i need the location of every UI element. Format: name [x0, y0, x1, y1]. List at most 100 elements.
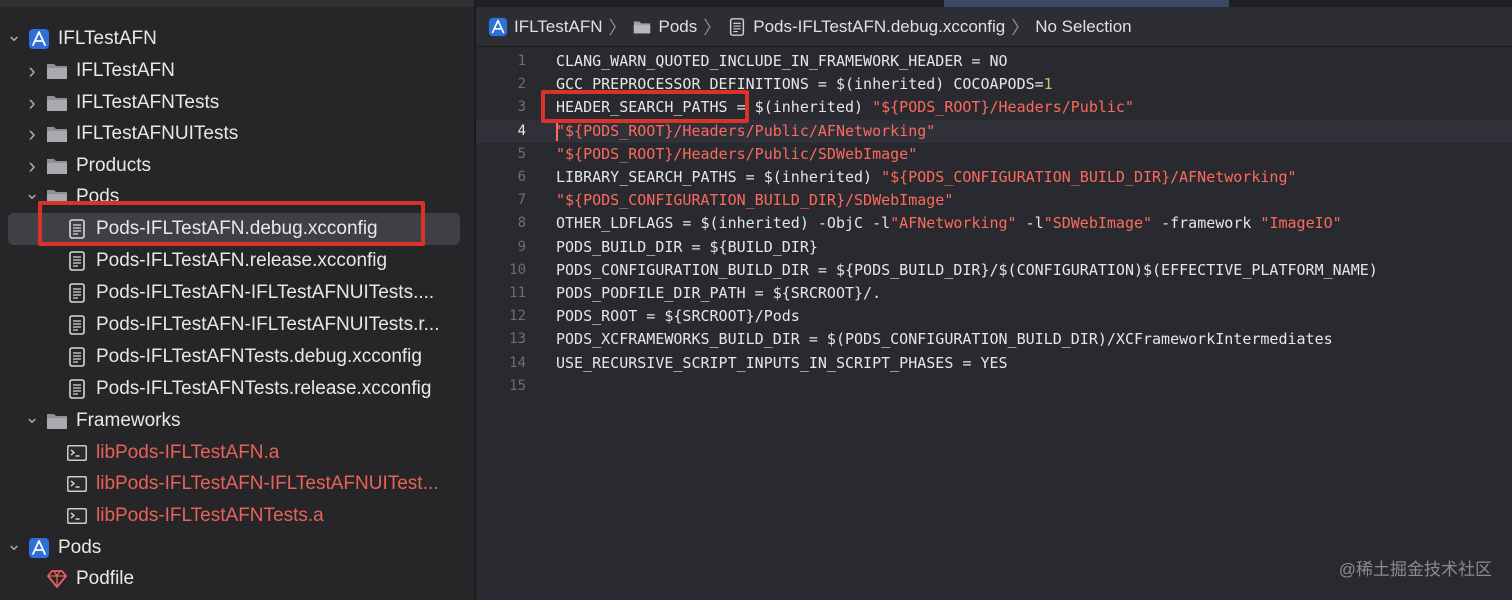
- code-line[interactable]: 10 PODS_CONFIGURATION_BUILD_DIR = ${PODS_…: [476, 259, 1512, 282]
- code-line[interactable]: 13 PODS_XCFRAMEWORKS_BUILD_DIR = $(PODS_C…: [476, 328, 1512, 351]
- breadcrumb-project[interactable]: IFLTestAFN: [488, 17, 602, 37]
- navigator-item-label: Pods: [58, 537, 102, 558]
- navigator-item-label: Pods-IFLTestAFN.debug.xcconfig: [96, 218, 378, 239]
- code-text: PODS_PODFILE_DIR_PATH = ${SRCROOT}/.: [556, 284, 882, 302]
- navigator-item-label: Pods-IFLTestAFN-IFLTestAFNUITests.r...: [96, 314, 440, 335]
- breadcrumb-group[interactable]: Pods: [632, 17, 697, 37]
- code-text: HEADER_SEARCH_PATHS = $(inherited) "${PO…: [556, 98, 1134, 117]
- navigator-file-row[interactable]: libPods-IFLTestAFN.a: [0, 437, 474, 469]
- navigator-group-row[interactable]: › Products: [0, 150, 474, 182]
- chevron-right-icon: 〉: [1011, 17, 1030, 38]
- line-number: 2: [517, 76, 526, 93]
- navigator-item-label: libPods-IFLTestAFN.a: [96, 442, 280, 463]
- navigator-item-label: IFLTestAFNUITests: [76, 123, 239, 144]
- code-text: PODS_XCFRAMEWORKS_BUILD_DIR = $(PODS_CON…: [556, 330, 1333, 349]
- breadcrumb-selection[interactable]: No Selection: [1035, 17, 1131, 37]
- code-line[interactable]: 15: [476, 375, 1512, 398]
- code-line[interactable]: 7 "${PODS_CONFIGURATION_BUILD_DIR}/SDWebI…: [476, 189, 1512, 212]
- jump-bar: IFLTestAFN 〉 Pods 〉 Pods-IFLTestAFN.debu…: [476, 7, 1512, 47]
- chevron-right-icon: 〉: [703, 17, 722, 38]
- source-editor: IFLTestAFN 〉 Pods 〉 Pods-IFLTestAFN.debu…: [476, 0, 1512, 600]
- code-text: PODS_BUILD_DIR = ${BUILD_DIR}: [556, 237, 818, 256]
- navigator-file-row[interactable]: Podfile: [0, 563, 474, 595]
- line-number: 11: [509, 285, 526, 301]
- chevron-right-icon[interactable]: ›: [24, 121, 40, 147]
- navigator-group-row[interactable]: › IFLTestAFNUITests: [0, 118, 474, 150]
- folder-icon: [46, 60, 68, 82]
- navigator-file-row[interactable]: Pods-IFLTestAFN.release.xcconfig: [0, 245, 474, 277]
- line-number: 10: [509, 261, 526, 278]
- code-text: PODS_CONFIGURATION_BUILD_DIR = ${PODS_BU…: [556, 260, 1378, 279]
- navigator-item-label: Pods-IFLTestAFNTests.release.xcconfig: [96, 378, 432, 399]
- chevron-right-icon[interactable]: ›: [24, 58, 40, 84]
- folder-icon: [46, 123, 68, 145]
- navigator-file-row[interactable]: Pods-IFLTestAFN.debug.xcconfig: [0, 213, 474, 245]
- document-icon: [66, 282, 88, 304]
- navigator-group-row[interactable]: ⌄ Pods: [0, 181, 474, 213]
- code-line[interactable]: 12 PODS_ROOT = ${SRCROOT}/Pods: [476, 305, 1512, 328]
- breadcrumb-group-label: Pods: [658, 16, 698, 36]
- code-line[interactable]: 1 CLANG_WARN_QUOTED_INCLUDE_IN_FRAMEWORK_…: [476, 50, 1512, 73]
- chevron-down-icon[interactable]: ⌄: [24, 183, 40, 204]
- code-text: OTHER_LDFLAGS = $(inherited) -ObjC -l"AF…: [556, 214, 1342, 233]
- project-icon: [28, 537, 50, 559]
- navigator-group-row[interactable]: › IFLTestAFN: [0, 55, 474, 87]
- code-line[interactable]: 14 USE_RECURSIVE_SCRIPT_INPUTS_IN_SCRIPT_…: [476, 352, 1512, 375]
- navigator-file-row[interactable]: Pods-IFLTestAFNTests.release.xcconfig: [0, 373, 474, 405]
- text-cursor: [556, 121, 558, 141]
- document-icon: [66, 314, 88, 336]
- navigator-file-row[interactable]: libPods-IFLTestAFN-IFLTestAFNUITest...: [0, 468, 474, 500]
- navigator-top-edge: [0, 0, 474, 7]
- chevron-right-icon[interactable]: ›: [24, 153, 40, 179]
- code-text: PODS_ROOT = ${SRCROOT}/Pods: [556, 307, 800, 326]
- navigator-file-row[interactable]: Pods-IFLTestAFNTests.debug.xcconfig: [0, 341, 474, 373]
- line-number: 15: [509, 377, 526, 394]
- folder-icon: [46, 410, 68, 432]
- code-line[interactable]: 8 OTHER_LDFLAGS = $(inherited) -ObjC -l"A…: [476, 212, 1512, 235]
- breadcrumb-file[interactable]: Pods-IFLTestAFN.debug.xcconfig: [727, 17, 1005, 37]
- code-line[interactable]: 4 "${PODS_ROOT}/Headers/Public/AFNetworki…: [476, 119, 1512, 143]
- document-icon: [727, 17, 747, 37]
- code-line[interactable]: 6 LIBRARY_SEARCH_PATHS = $(inherited) "${…: [476, 166, 1512, 189]
- chevron-down-icon[interactable]: ⌄: [6, 25, 22, 46]
- chevron-down-icon[interactable]: ⌄: [6, 534, 22, 555]
- breadcrumb-file-label: Pods-IFLTestAFN.debug.xcconfig: [753, 16, 1006, 36]
- navigator-group-row[interactable]: ⌄ Frameworks: [0, 405, 474, 437]
- navigator-item-label: Podfile: [76, 568, 135, 589]
- code-text: USE_RECURSIVE_SCRIPT_INPUTS_IN_SCRIPT_PH…: [556, 353, 1008, 372]
- navigator-file-row[interactable]: libPods-IFLTestAFNTests.a: [0, 500, 474, 532]
- code-line[interactable]: 9 PODS_BUILD_DIR = ${BUILD_DIR}: [476, 236, 1512, 259]
- navigator-item-label: IFLTestAFNTests: [76, 92, 220, 113]
- code-text: CLANG_WARN_QUOTED_INCLUDE_IN_FRAMEWORK_H…: [556, 52, 1008, 70]
- code-text: "${PODS_CONFIGURATION_BUILD_DIR}/SDWebIm…: [556, 191, 954, 210]
- line-number: 5: [517, 145, 526, 162]
- folder-icon: [46, 92, 68, 114]
- navigator-group-row[interactable]: › IFLTestAFNTests: [0, 87, 474, 119]
- code-line[interactable]: 11 PODS_PODFILE_DIR_PATH = ${SRCROOT}/.: [476, 282, 1512, 305]
- code-line[interactable]: 3 HEADER_SEARCH_PATHS = $(inherited) "${P…: [476, 96, 1512, 119]
- ruby-icon: [46, 568, 68, 590]
- code-line[interactable]: 2 GCC_PREPROCESSOR_DEFINITIONS = $(inheri…: [476, 73, 1512, 96]
- navigator-file-row[interactable]: Pods-IFLTestAFN-IFLTestAFNUITests....: [0, 277, 474, 309]
- line-number: 1: [517, 53, 526, 69]
- breadcrumb-selection-label: No Selection: [1035, 16, 1132, 36]
- navigator-file-row[interactable]: ⌄ Pods: [0, 532, 474, 564]
- library-icon: [66, 442, 88, 464]
- navigator-item-label: Pods-IFLTestAFN.release.xcconfig: [96, 250, 388, 271]
- navigator-item-label: Pods-IFLTestAFNTests.debug.xcconfig: [96, 346, 422, 367]
- navigator-file-row[interactable]: ⌄ IFLTestAFN: [0, 23, 474, 55]
- chevron-right-icon[interactable]: ›: [24, 90, 40, 116]
- navigator-item-label: Products: [76, 155, 151, 176]
- navigator-file-row[interactable]: Pods-IFLTestAFN-IFLTestAFNUITests.r...: [0, 309, 474, 341]
- chevron-down-icon[interactable]: ⌄: [24, 407, 40, 428]
- folder-icon: [632, 17, 652, 37]
- line-number: 7: [517, 192, 526, 209]
- document-icon: [66, 346, 88, 368]
- code-text: LIBRARY_SEARCH_PATHS = $(inherited) "${P…: [556, 168, 1297, 186]
- line-number: 9: [517, 238, 526, 255]
- navigator-item-label: IFLTestAFN: [76, 60, 175, 81]
- code-line[interactable]: 5 "${PODS_ROOT}/Headers/Public/SDWebImage…: [476, 143, 1512, 166]
- watermark: @稀土掘金技术社区: [1338, 560, 1492, 579]
- library-icon: [66, 473, 88, 495]
- navigator-item-label: Pods: [76, 186, 120, 207]
